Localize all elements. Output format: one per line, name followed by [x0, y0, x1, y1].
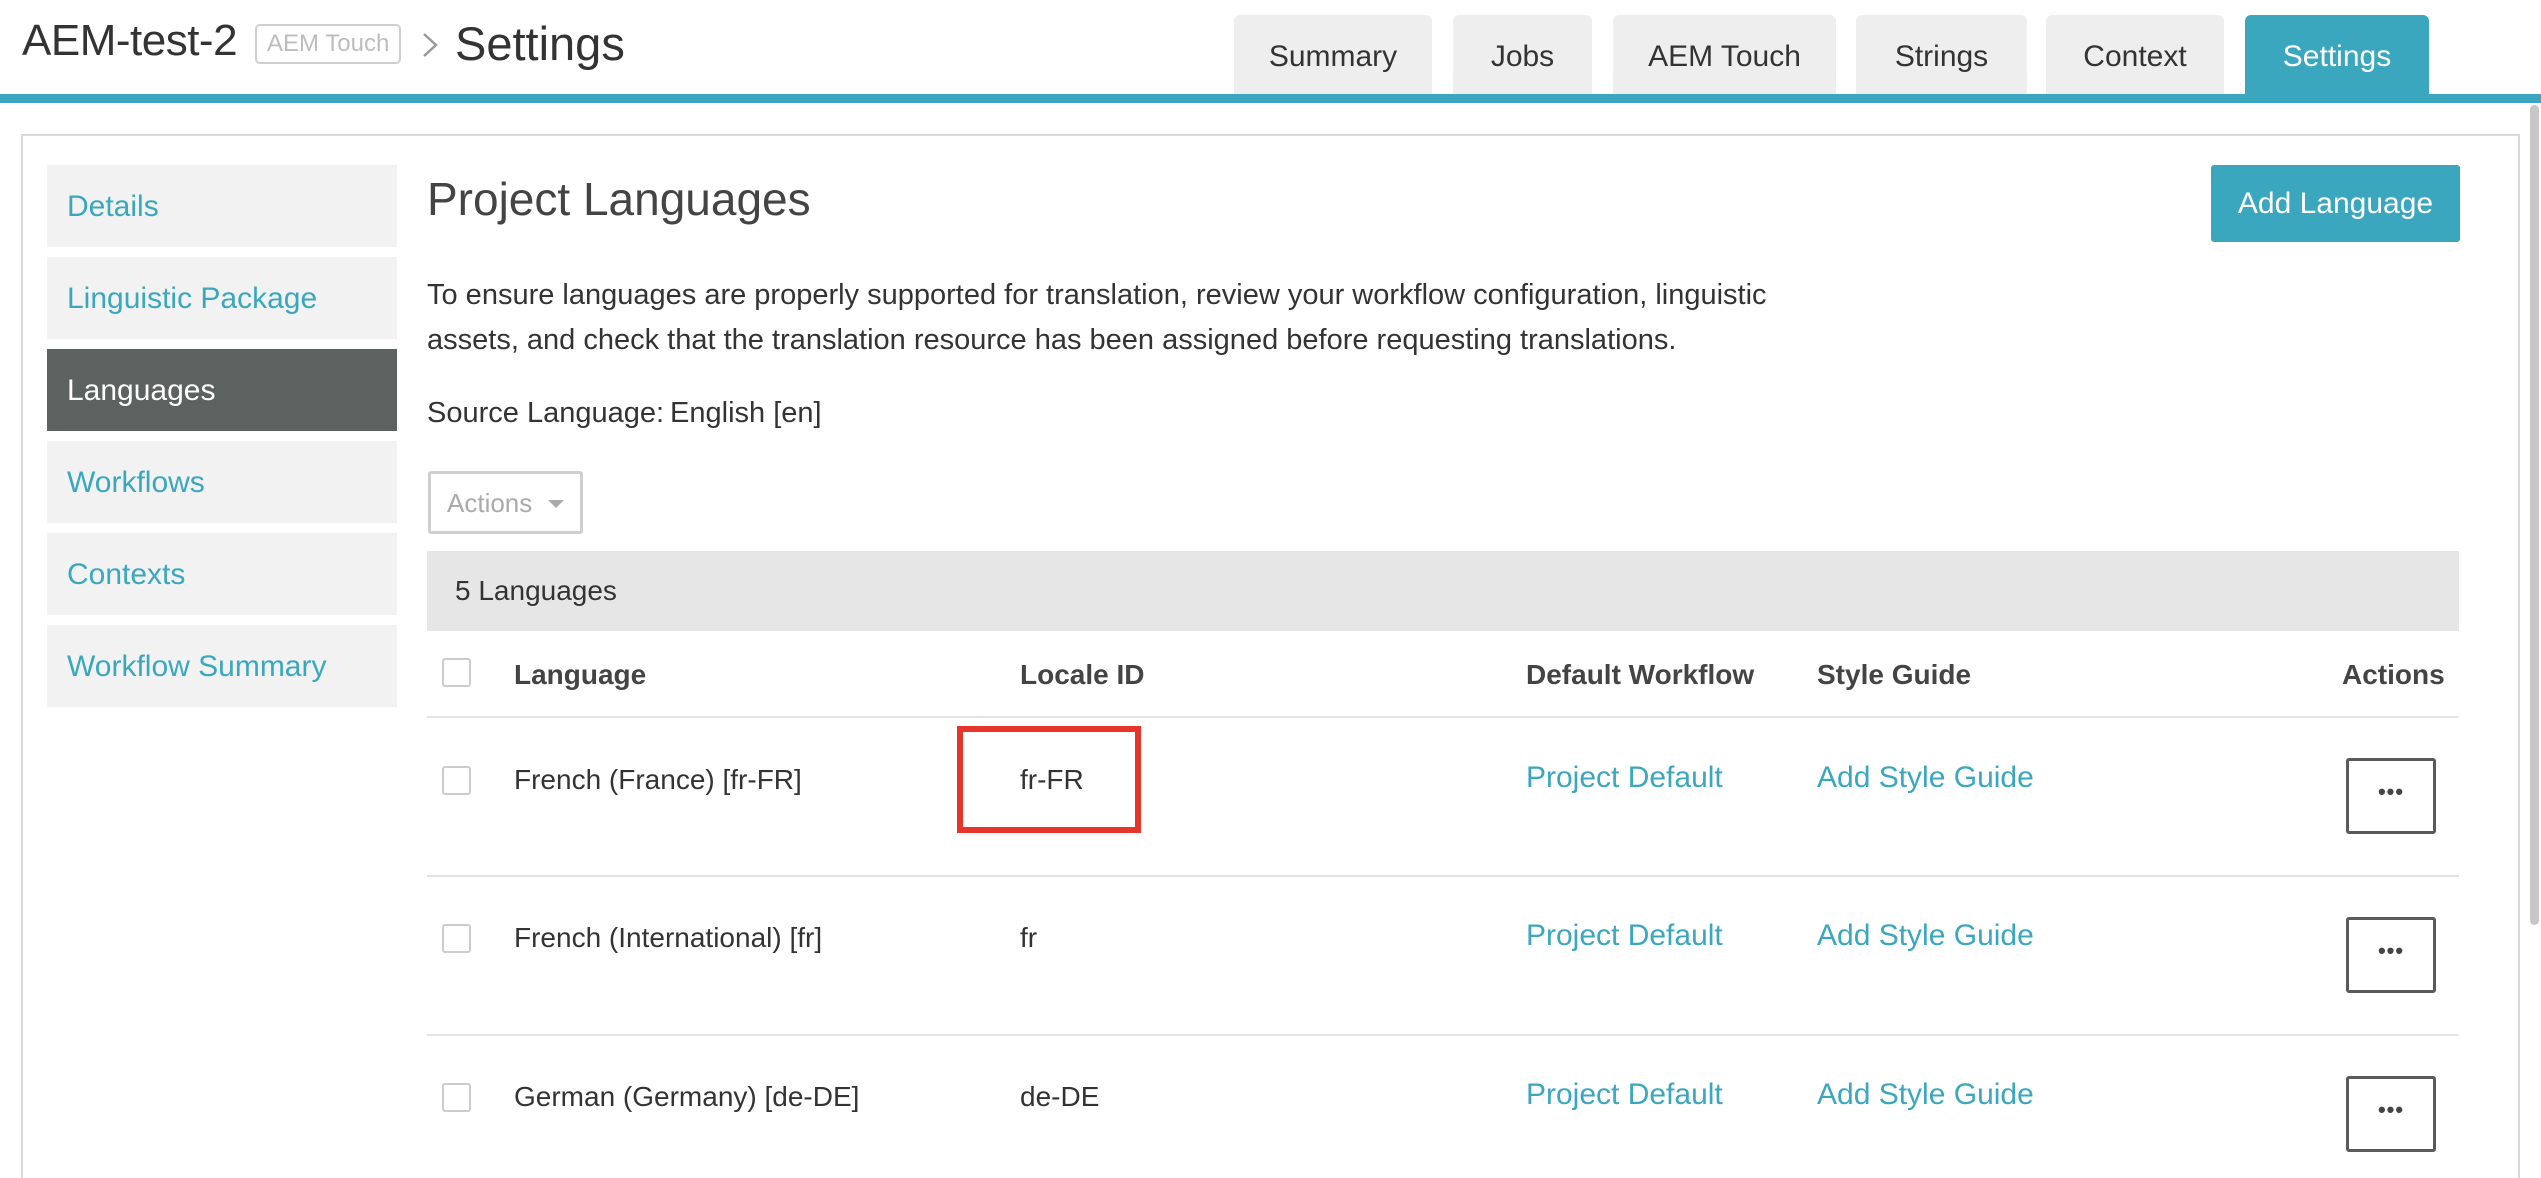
description-line-2: assets, and check that the translation r…	[427, 324, 1677, 356]
source-language-value: English [en]	[670, 397, 822, 429]
column-header-actions: Actions	[2342, 659, 2445, 690]
locale-id: de-DE	[1020, 1081, 1100, 1112]
chevron-right-icon	[423, 33, 438, 57]
sidebar-item-contexts[interactable]: Contexts	[47, 533, 397, 615]
row-actions-button[interactable]: •••	[2346, 917, 2436, 993]
page-title: Settings	[455, 17, 625, 70]
tab-settings[interactable]: Settings	[2245, 15, 2429, 94]
add-style-guide-link[interactable]: Add Style Guide	[1817, 919, 2034, 953]
column-header-locale-id[interactable]: Locale ID	[1020, 659, 1144, 691]
sidebar-item-languages[interactable]: Languages	[47, 349, 397, 431]
language-name: French (France) [fr-FR]	[514, 764, 802, 795]
sidebar-item-workflows[interactable]: Workflows	[47, 441, 397, 523]
more-icon: •••	[2377, 1097, 2405, 1122]
add-style-guide-link[interactable]: Add Style Guide	[1817, 1078, 2034, 1112]
row-checkbox[interactable]	[442, 1083, 471, 1112]
caret-down-icon	[548, 500, 564, 508]
highlight-annotation	[957, 726, 1141, 833]
project-type-badge: AEM Touch	[255, 24, 402, 64]
sidebar-item-details[interactable]: Details	[47, 165, 397, 247]
description-text: To ensure languages are properly support…	[427, 273, 1827, 363]
table-header-divider	[427, 716, 2459, 718]
row-checkbox[interactable]	[442, 766, 471, 795]
row-divider	[427, 1034, 2459, 1036]
languages-count-bar: 5 Languages	[427, 551, 2459, 631]
row-actions-button[interactable]: •••	[2346, 758, 2436, 834]
column-header-style-guide[interactable]: Style Guide	[1817, 659, 1971, 691]
column-header-language[interactable]: Language	[514, 659, 646, 691]
sidebar-item-linguistic-package[interactable]: Linguistic Package	[47, 257, 397, 339]
tab-context[interactable]: Context	[2046, 15, 2224, 94]
column-header-default-workflow[interactable]: Default Workflow	[1526, 659, 1754, 691]
project-name[interactable]: AEM-test-2	[22, 16, 238, 66]
tab-jobs[interactable]: Jobs	[1453, 15, 1592, 94]
source-language-label: Source Language:	[427, 397, 665, 429]
add-style-guide-link[interactable]: Add Style Guide	[1817, 761, 2034, 795]
top-header: AEM-test-2 AEM Touch Settings Summary Jo…	[0, 0, 2541, 97]
row-actions-button[interactable]: •••	[2346, 1076, 2436, 1152]
header-divider	[0, 94, 2541, 103]
row-divider	[427, 875, 2459, 877]
tab-aem-touch[interactable]: AEM Touch	[1613, 15, 1836, 94]
language-name: German (Germany) [de-DE]	[514, 1081, 860, 1112]
row-checkbox[interactable]	[442, 924, 471, 953]
actions-dropdown-label: Actions	[447, 488, 533, 518]
locale-id: fr	[1020, 922, 1038, 953]
source-language: Source Language: English [en]	[427, 397, 822, 430]
section-title: Project Languages	[427, 173, 811, 225]
select-all-checkbox[interactable]	[442, 658, 471, 687]
tab-summary[interactable]: Summary	[1234, 15, 1432, 94]
actions-dropdown[interactable]: Actions	[428, 471, 583, 534]
languages-count: 5 Languages	[455, 575, 617, 606]
description-line-1: To ensure languages are properly support…	[427, 279, 1767, 311]
default-workflow-link[interactable]: Project Default	[1526, 761, 1723, 795]
language-name: French (International) [fr]	[514, 922, 823, 953]
more-icon: •••	[2377, 938, 2405, 963]
sidebar-item-workflow-summary[interactable]: Workflow Summary	[47, 625, 397, 707]
more-icon: •••	[2377, 779, 2405, 804]
add-language-button[interactable]: Add Language	[2211, 165, 2460, 242]
default-workflow-link[interactable]: Project Default	[1526, 919, 1723, 953]
tab-strings[interactable]: Strings	[1856, 15, 2027, 94]
default-workflow-link[interactable]: Project Default	[1526, 1078, 1723, 1112]
page-scrollbar[interactable]	[2530, 105, 2539, 925]
